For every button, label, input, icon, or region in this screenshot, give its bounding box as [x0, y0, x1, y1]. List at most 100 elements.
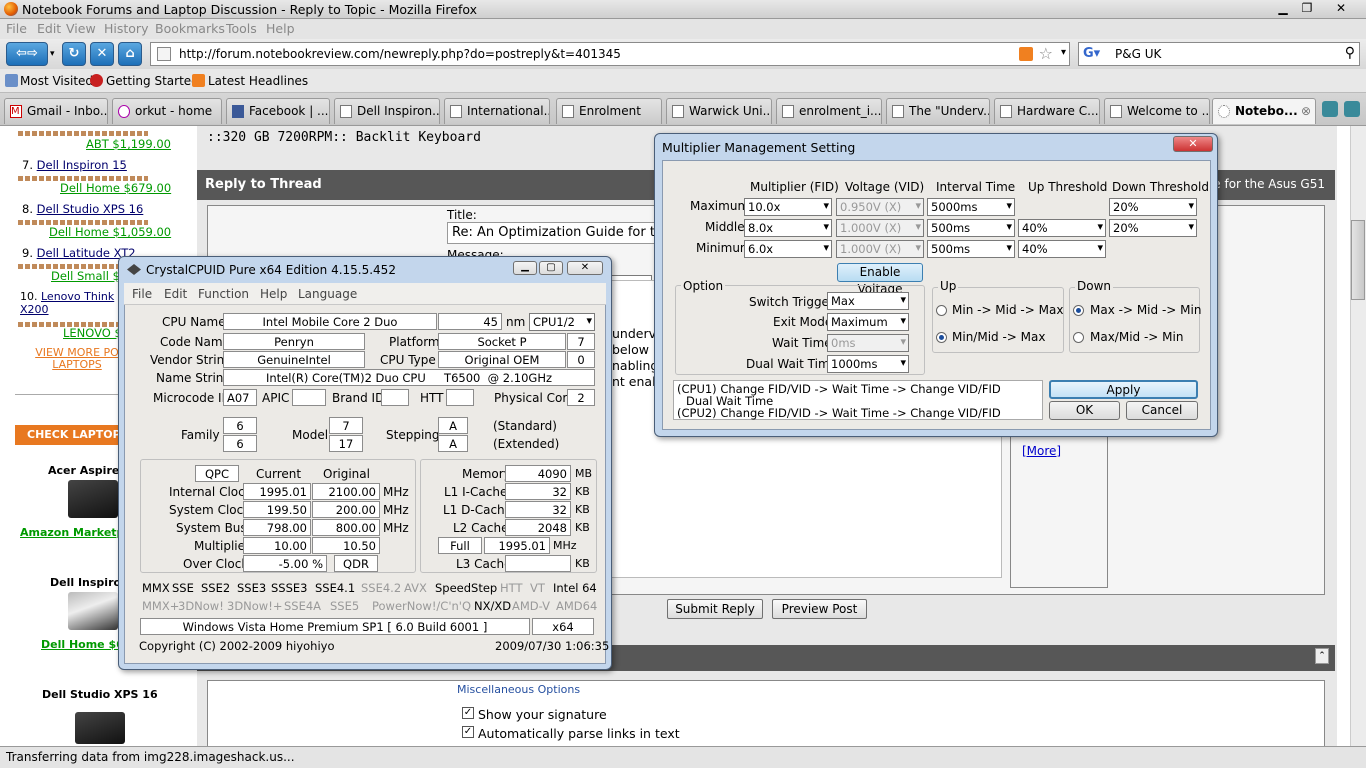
star-icon[interactable]: ☆	[1039, 44, 1053, 63]
full-button[interactable]: Full	[438, 537, 482, 554]
clock-original[interactable]: QDR	[334, 555, 378, 572]
sidebar-product-1-link[interactable]: Amazon Marketp	[20, 526, 124, 539]
qpc-button[interactable]: QPC	[195, 465, 239, 482]
home-icon[interactable]: ⌂	[118, 42, 142, 66]
crystal-menu-edit[interactable]: Edit	[164, 287, 187, 301]
back-forward-icon[interactable]: ⇦⇨	[6, 42, 48, 66]
sidebar-product-2-link[interactable]: Dell Home $6	[41, 638, 124, 651]
crystal-maximize-button[interactable]: ▢	[539, 261, 563, 275]
tab-enrolment-i[interactable]: enrolment_i...	[776, 98, 882, 124]
min-interval-select[interactable]: 500ms	[927, 240, 1015, 258]
close-button[interactable]: ✕	[1330, 0, 1352, 17]
family-label: Family	[181, 428, 220, 442]
min-multiplier-select[interactable]: 6.0x	[744, 240, 832, 258]
tab-facebook[interactable]: Facebook | ...	[226, 98, 330, 124]
mid-multiplier-select[interactable]: 8.0x	[744, 219, 832, 237]
menu-help[interactable]: Help	[266, 21, 295, 36]
page-scrollbar[interactable]	[1350, 126, 1366, 746]
collapse-icon[interactable]: ⌃	[1315, 648, 1329, 664]
crystal-menu-help[interactable]: Help	[260, 287, 287, 301]
apply-button[interactable]: Apply	[1049, 380, 1198, 399]
more-smilies-link[interactable]: [More]	[1022, 444, 1061, 458]
mms-close-button[interactable]: ✕	[1173, 136, 1213, 152]
mem-value: 32	[505, 501, 571, 518]
url-dropdown-icon[interactable]: ▾	[1061, 47, 1066, 58]
menu-tools[interactable]: Tools	[226, 21, 257, 36]
url-bar[interactable]: http://forum.notebookreview.com/newreply…	[150, 42, 1070, 66]
title-input[interactable]: Re: An Optimization Guide for t	[447, 222, 657, 244]
cancel-button[interactable]: Cancel	[1126, 401, 1198, 420]
tab-orkut[interactable]: orkut - home	[112, 98, 222, 124]
close-tab-icon[interactable]: ⊗	[1301, 104, 1311, 118]
price-link[interactable]: Dell Small $	[51, 269, 120, 283]
bookmark-getting-started[interactable]: Getting Started	[106, 74, 199, 88]
maximize-button[interactable]: ❐	[1296, 0, 1318, 17]
search-icon[interactable]: ⚲	[1345, 45, 1355, 61]
loading-icon	[1218, 105, 1230, 118]
preview-post-button[interactable]: Preview Post	[772, 599, 867, 619]
menu-history[interactable]: History	[104, 21, 148, 36]
menu-edit[interactable]: Edit	[37, 21, 61, 36]
tab-notebookreview[interactable]: Notebo... ⊗	[1212, 98, 1316, 124]
stop-icon[interactable]: ✕	[90, 42, 114, 66]
scrollbar-thumb[interactable]	[1351, 220, 1365, 300]
window-titlebar: Notebook Forums and Laptop Discussion - …	[0, 0, 1366, 19]
tab-gmail[interactable]: M Gmail - Inbo...	[4, 98, 108, 124]
menu-view[interactable]: View	[66, 21, 96, 36]
parse-links-checkbox[interactable]: ✓	[462, 726, 474, 738]
google-icon[interactable]: G▾	[1083, 46, 1100, 61]
submit-reply-button[interactable]: Submit Reply	[667, 599, 763, 619]
crystal-menu-file[interactable]: File	[132, 287, 152, 301]
mid-interval-select[interactable]: 500ms	[927, 219, 1015, 237]
list-all-tabs-icon[interactable]	[1322, 101, 1338, 117]
mid-down-threshold-select[interactable]: 20%	[1109, 219, 1197, 237]
price-link[interactable]: Dell Home $679.00	[60, 181, 171, 195]
status-text: Transferring data from img228.imageshack…	[6, 750, 295, 764]
tab-enrolment[interactable]: Enrolment	[556, 98, 662, 124]
tab-underv[interactable]: The "Underv...	[886, 98, 990, 124]
enable-voltage-button[interactable]: Enable Voltage	[837, 263, 923, 296]
crystal-close-button[interactable]: ✕	[567, 261, 603, 275]
down-option-1-radio[interactable]	[1073, 305, 1084, 316]
search-bar[interactable]: G▾ P&G UK ⚲	[1078, 42, 1360, 66]
dual-wait-select[interactable]: 1000ms	[827, 355, 909, 373]
up-option-1-radio[interactable]	[936, 305, 947, 316]
switch-trigger-select[interactable]: Max	[827, 292, 909, 310]
rss-icon[interactable]	[1019, 47, 1033, 61]
history-dropdown-icon[interactable]: ▾	[50, 49, 55, 59]
price-link[interactable]: LENOVO $	[63, 326, 122, 340]
tab-welcome[interactable]: Welcome to ...	[1104, 98, 1210, 124]
up-option-2-radio[interactable]	[936, 332, 947, 343]
tab-warwick[interactable]: Warwick Uni...	[666, 98, 772, 124]
price-link[interactable]: Dell Home $1,059.00	[49, 225, 171, 239]
bookmark-latest-headlines[interactable]: Latest Headlines	[208, 74, 308, 88]
tab-international[interactable]: International...	[444, 98, 550, 124]
max-down-threshold-select[interactable]: 20%	[1109, 198, 1197, 216]
tab-hardware[interactable]: Hardware C...	[994, 98, 1100, 124]
max-multiplier-select[interactable]: 10.0x	[744, 198, 832, 216]
view-more-link[interactable]: VIEW MORE PO LAPTOPS	[32, 347, 122, 371]
max-interval-select[interactable]: 5000ms	[927, 198, 1015, 216]
reload-icon[interactable]: ↻	[62, 42, 86, 66]
product-link[interactable]: Dell Inspiron 15	[37, 158, 127, 172]
crystal-minimize-button[interactable]: ▁	[513, 261, 537, 275]
tab-dell-inspiron[interactable]: Dell Inspiron...	[334, 98, 440, 124]
price-link[interactable]: ABT $1,199.00	[86, 137, 171, 151]
tab-menu-icon[interactable]	[1344, 101, 1360, 117]
ok-button[interactable]: OK	[1049, 401, 1120, 420]
exit-mode-select[interactable]: Maximum	[827, 313, 909, 331]
crystal-menu-language[interactable]: Language	[298, 287, 357, 301]
minimize-button[interactable]: ▁	[1272, 0, 1294, 17]
bookmark-most-visited[interactable]: Most Visited	[20, 74, 93, 88]
menu-file[interactable]: File	[6, 21, 27, 36]
product-link[interactable]: Dell Studio XPS 16	[37, 202, 144, 216]
feature-amdv: AMD-V	[512, 599, 550, 613]
cpu-select[interactable]: CPU1/2	[529, 313, 595, 331]
mid-up-threshold-select[interactable]: 40%	[1018, 219, 1106, 237]
crystal-menu-function[interactable]: Function	[198, 287, 249, 301]
min-up-threshold-select[interactable]: 40%	[1018, 240, 1106, 258]
menu-bookmarks[interactable]: Bookmarks	[155, 21, 225, 36]
show-signature-checkbox[interactable]: ✓	[462, 707, 474, 719]
feature-sse42: SSE4.2	[361, 581, 402, 595]
down-option-2-radio[interactable]	[1073, 332, 1084, 343]
